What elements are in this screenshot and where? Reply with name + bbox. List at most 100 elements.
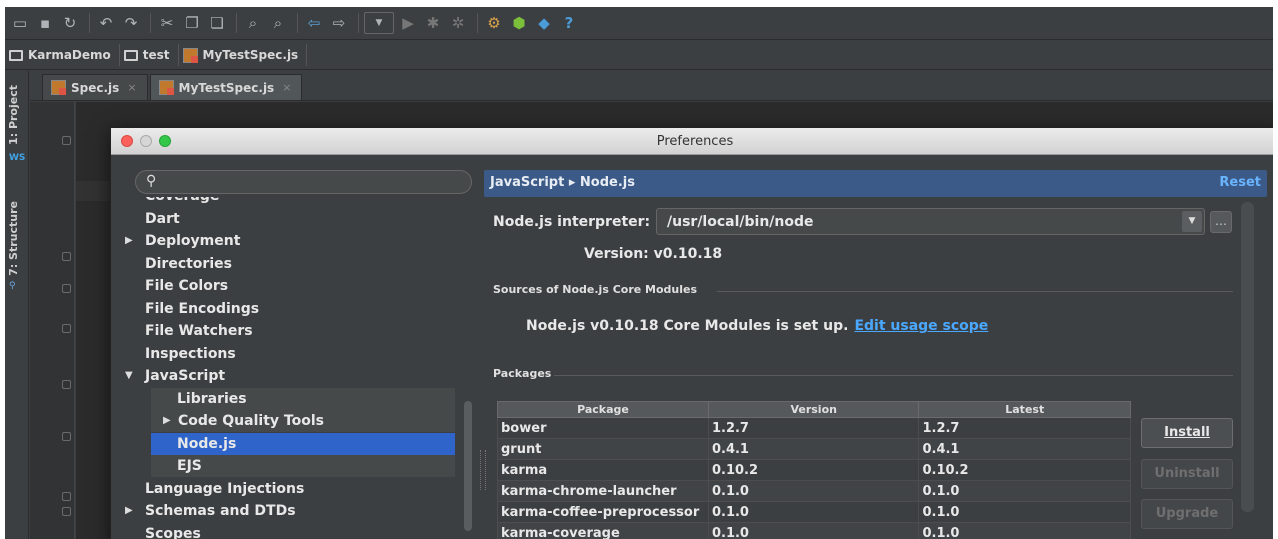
tree-item-label: Node.js — [177, 435, 237, 452]
fold-marker-icon[interactable] — [62, 432, 71, 441]
tree-item-label: File Watchers — [145, 323, 253, 339]
table-header-row: Package Version Latest — [497, 401, 1131, 418]
panel-header: JavaScript ▸ Node.js Reset — [484, 170, 1267, 197]
fold-marker-icon[interactable] — [62, 252, 71, 261]
browse-interpreter-button[interactable]: … — [1210, 211, 1232, 233]
replace-icon[interactable]: ⌕ — [267, 12, 289, 34]
tree-item[interactable]: ▼ JavaScript — [125, 365, 455, 387]
copy-icon[interactable]: ❐ — [181, 12, 203, 34]
editor-gutter — [30, 102, 75, 539]
table-row[interactable]: karma-chrome-launcher 0.1.0 0.1.0 — [497, 480, 1131, 502]
chevron-right-icon[interactable]: ▶ — [125, 230, 133, 252]
section-divider — [717, 291, 1233, 292]
project-tool-tab[interactable]: 1: Project — [7, 85, 20, 145]
tree-item-label: Language Injections — [145, 480, 305, 497]
settings-icon[interactable]: ⚙ — [483, 12, 505, 34]
nodejs-icon[interactable]: ⬢ — [508, 12, 530, 34]
tree-item[interactable]: Libraries — [151, 387, 455, 410]
cut-icon[interactable]: ✂ — [156, 12, 178, 34]
tree-item[interactable]: ▶ Deployment — [125, 230, 455, 252]
tree-item[interactable]: EJS — [151, 455, 455, 477]
tab-mytestspec-js[interactable]: MyTestSpec.js × — [149, 74, 303, 100]
breadcrumb-item-project[interactable]: KarmaDemo — [9, 44, 120, 66]
folder-icon — [9, 49, 23, 61]
fold-marker-icon[interactable] — [62, 324, 71, 333]
node-version: Version: v0.10.18 — [584, 246, 723, 262]
tree-item[interactable]: File Colors — [125, 275, 455, 297]
chevron-right-icon[interactable]: ▶ — [125, 500, 133, 522]
fold-marker-icon[interactable] — [62, 284, 71, 293]
tree-item[interactable]: Directories — [125, 253, 455, 275]
tree-item[interactable]: Language Injections — [125, 478, 455, 500]
latest-cell: 0.4.1 — [918, 438, 1131, 460]
latest-cell: 1.2.7 — [918, 417, 1131, 439]
table-row[interactable]: grunt 0.4.1 0.4.1 — [497, 438, 1131, 460]
chevron-right-icon[interactable]: ▶ — [163, 410, 171, 432]
breadcrumb-item-folder[interactable]: test — [123, 44, 179, 66]
tree-item[interactable]: Dart — [125, 208, 455, 230]
sync-icon[interactable]: ↻ — [59, 12, 81, 34]
back-icon[interactable]: ⇦ — [303, 12, 325, 34]
breadcrumb-item-file[interactable]: MyTestSpec.js — [182, 44, 308, 66]
version-cell: 0.1.0 — [707, 501, 920, 523]
chevron-down-icon[interactable]: ▼ — [1182, 211, 1202, 232]
settings-search-input[interactable]: ⚲ — [135, 170, 472, 194]
column-header-latest[interactable]: Latest — [918, 401, 1131, 418]
tree-item[interactable]: Node.js — [151, 432, 455, 455]
undo-icon[interactable]: ↶ — [95, 12, 117, 34]
redo-icon[interactable]: ↷ — [120, 12, 142, 34]
run-config-dropdown-icon[interactable]: ▼ — [364, 12, 394, 34]
plugin-icon[interactable]: ◆ — [533, 12, 555, 34]
debug-icon[interactable]: ✱ — [422, 12, 444, 34]
help-icon[interactable]: ? — [558, 12, 580, 34]
table-row[interactable]: karma-coffee-preprocessor 0.1.0 0.1.0 — [497, 501, 1131, 523]
install-button[interactable]: Install — [1141, 418, 1233, 448]
close-tab-icon[interactable]: × — [282, 81, 291, 94]
column-header-package[interactable]: Package — [497, 401, 709, 418]
fold-marker-icon[interactable] — [62, 380, 71, 389]
table-row[interactable]: karma 0.10.2 0.10.2 — [497, 459, 1131, 481]
uninstall-button[interactable]: Uninstall — [1141, 459, 1233, 489]
tree-item[interactable]: Coverage — [125, 197, 455, 207]
table-row[interactable]: bower 1.2.7 1.2.7 — [497, 417, 1131, 439]
edit-usage-scope-link[interactable]: Edit usage scope — [854, 318, 988, 334]
tab-spec-js[interactable]: Spec.js × — [42, 74, 148, 100]
tree-item-label: Code Quality Tools — [178, 413, 324, 429]
run-icon[interactable]: ▶ — [397, 12, 419, 34]
package-name-cell: bower — [497, 417, 709, 439]
close-tab-icon[interactable]: × — [127, 81, 136, 94]
ide-window: ▭ ▪ ↻ ↶ ↷ ✂ ❐ ❏ ⌕ ⌕ ⇦ ⇨ ▼ ▶ ✱ ✲ ⚙ ⬢ ◆ ? … — [5, 7, 1273, 539]
tree-item[interactable]: Scopes — [125, 523, 455, 539]
fold-marker-icon[interactable] — [62, 507, 71, 516]
left-tool-strip: 1: Project WS 7: Structure ⚲ — [5, 71, 29, 539]
save-icon[interactable]: ▪ — [34, 12, 56, 34]
coverage-icon[interactable]: ✲ — [447, 12, 469, 34]
structure-tool-tab[interactable]: 7: Structure — [7, 201, 20, 276]
interpreter-label: Node.js interpreter: — [493, 214, 651, 230]
upgrade-button[interactable]: Upgrade — [1141, 499, 1233, 529]
folder-icon — [123, 49, 138, 61]
panel-scrollbar[interactable] — [1241, 202, 1254, 512]
chevron-down-icon[interactable]: ▼ — [125, 365, 133, 387]
tree-item[interactable]: ▶ Schemas and DTDs — [125, 500, 455, 522]
reset-link[interactable]: Reset — [1219, 175, 1261, 190]
tree-item-label: JavaScript — [145, 368, 226, 384]
forward-icon[interactable]: ⇨ — [328, 12, 350, 34]
panel-breadcrumb: JavaScript ▸ Node.js — [490, 175, 635, 190]
main-toolbar: ▭ ▪ ↻ ↶ ↷ ✂ ❐ ❏ ⌕ ⌕ ⇦ ⇨ ▼ ▶ ✱ ✲ ⚙ ⬢ ◆ ? — [5, 7, 1273, 40]
tree-item[interactable]: File Watchers — [125, 320, 455, 342]
tree-item[interactable]: ▶ Code Quality Tools — [151, 410, 455, 432]
column-header-version[interactable]: Version — [707, 401, 920, 418]
fold-marker-icon[interactable] — [62, 136, 71, 145]
tree-scrollbar[interactable] — [464, 401, 472, 531]
fold-marker-icon[interactable] — [62, 492, 71, 501]
tree-item[interactable]: File Encodings — [125, 298, 455, 320]
find-icon[interactable]: ⌕ — [242, 12, 264, 34]
version-cell: 0.1.0 — [707, 522, 920, 539]
paste-icon[interactable]: ❏ — [206, 12, 228, 34]
version-cell: 0.4.1 — [707, 438, 920, 460]
tree-item[interactable]: Inspections — [125, 343, 455, 365]
open-folder-icon[interactable]: ▭ — [9, 12, 31, 34]
interpreter-combobox[interactable]: /usr/local/bin/node ▼ — [656, 208, 1205, 235]
table-row[interactable]: karma-coverage 0.1.0 0.1.0 — [497, 522, 1131, 539]
